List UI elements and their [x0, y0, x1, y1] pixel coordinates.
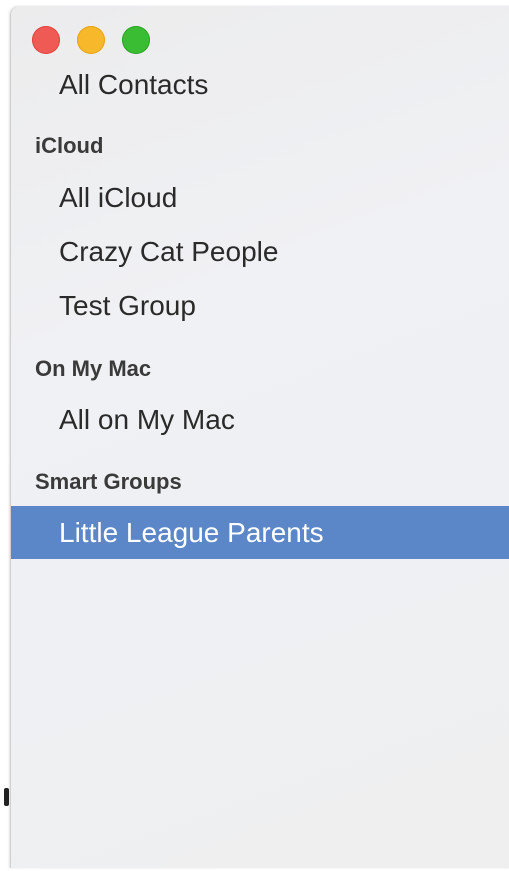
sidebar-item-little-league-parents[interactable]: Little League Parents: [11, 506, 509, 559]
zoom-window-button[interactable]: [122, 26, 150, 54]
sidebar-item-all-on-my-mac[interactable]: All on My Mac: [11, 394, 509, 446]
minimize-window-button[interactable]: [77, 26, 105, 54]
sidebar-item-all-contacts[interactable]: All Contacts: [11, 59, 509, 111]
background-fragment: [4, 788, 9, 806]
sidebar-item-test-group[interactable]: Test Group: [11, 280, 509, 332]
sidebar-item-crazy-cat-people[interactable]: Crazy Cat People: [11, 226, 509, 278]
contacts-window: All Contacts iCloud All iCloud Crazy Cat…: [10, 6, 509, 868]
section-header-on-my-mac: On My Mac: [35, 356, 152, 381]
section-header-icloud: iCloud: [35, 133, 104, 158]
section-header-smart-groups: Smart Groups: [35, 469, 182, 494]
close-window-button[interactable]: [32, 26, 60, 54]
sidebar-item-all-icloud[interactable]: All iCloud: [11, 172, 509, 224]
background-edge: [0, 0, 10, 871]
window-controls: [32, 26, 150, 54]
